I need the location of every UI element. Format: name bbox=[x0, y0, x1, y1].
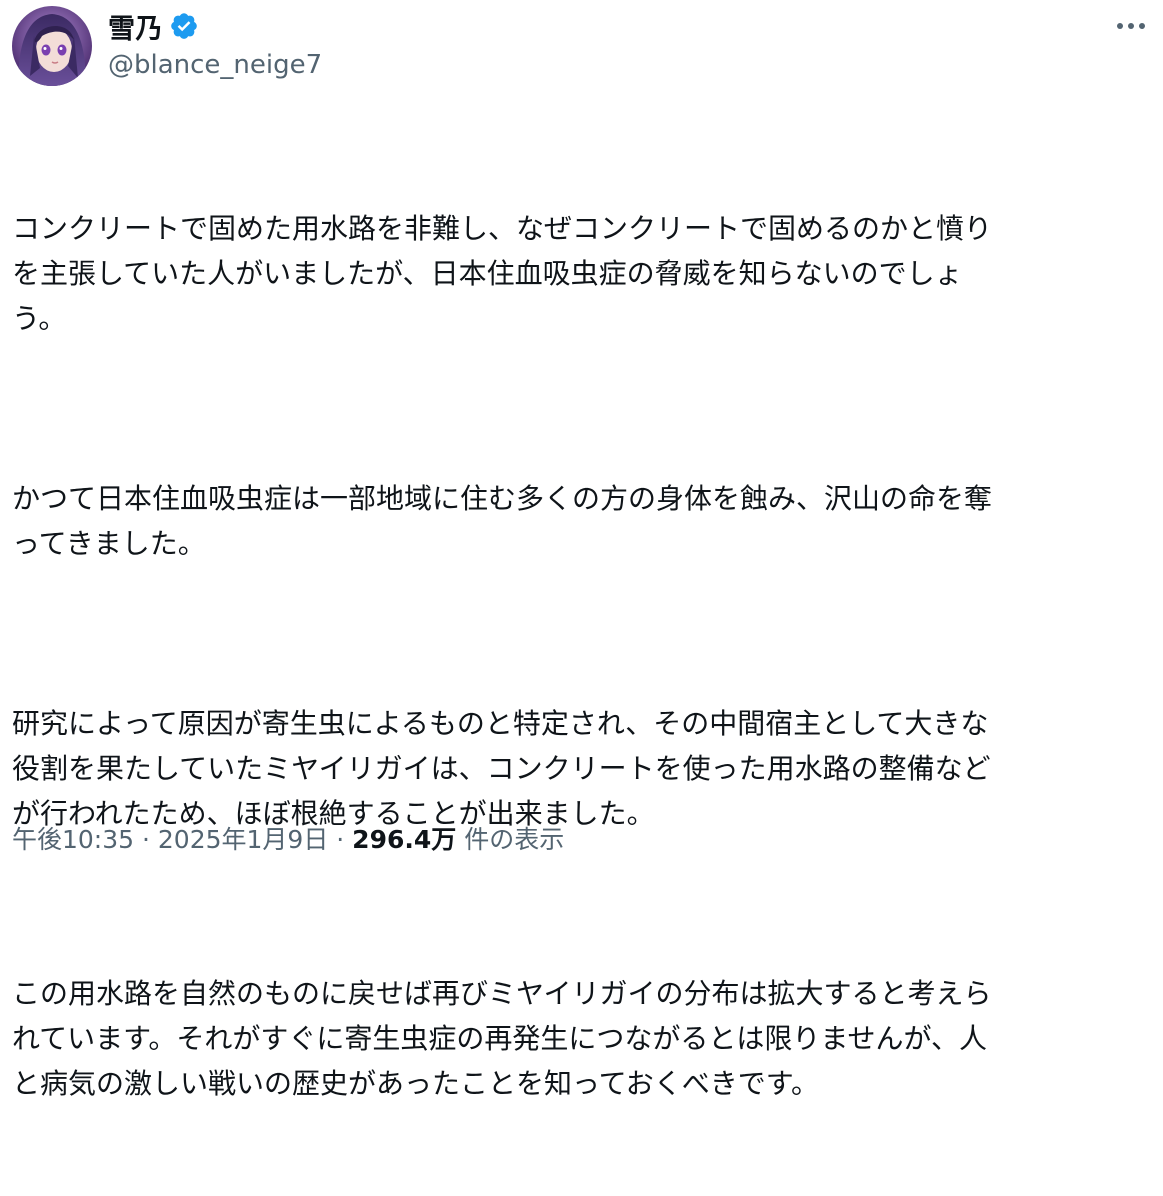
tweet-date: 2025年1月9日 bbox=[157, 825, 329, 854]
views-label: 件の表示 bbox=[464, 825, 565, 854]
verified-badge-icon[interactable] bbox=[169, 11, 199, 41]
tweet-text: コンクリートで固めた用水路を非難し、なぜコンクリートで固めるのかと憤り を主張し… bbox=[12, 116, 1152, 1196]
meta-separator: · bbox=[328, 825, 353, 854]
meta-separator: · bbox=[134, 825, 158, 854]
author-handle[interactable]: @blance_neige7 bbox=[108, 50, 322, 80]
author-display-name[interactable]: 雪乃 bbox=[108, 7, 163, 46]
avatar[interactable] bbox=[12, 6, 92, 86]
more-horizontal-icon bbox=[1117, 23, 1145, 29]
tweet-paragraph: この用水路を自然のものに戻せば再びミヤイリガイの分布は拡大すると考えら れていま… bbox=[12, 977, 992, 1100]
views-count: 296.4万 bbox=[352, 825, 457, 854]
tweet-paragraph: かつて日本住血吸虫症は一部地域に住む多くの方の身体を蝕み、沢山の命を奪 ってきま… bbox=[12, 482, 993, 560]
author-name-row[interactable]: 雪乃 bbox=[108, 6, 199, 46]
more-options-button[interactable] bbox=[1113, 12, 1149, 40]
tweet-paragraph: コンクリートで固めた用水路を非難し、なぜコンクリートで固めるのかと憤り を主張し… bbox=[12, 212, 993, 335]
tweet-meta: 午後10:35 · 2025年1月9日 · 296.4万 件の表示 bbox=[12, 820, 564, 856]
tweet-paragraph: 研究によって原因が寄生虫によるものと特定され、その中間宿主として大きな 役割を果… bbox=[12, 707, 991, 830]
anime-character-avatar-icon bbox=[12, 6, 92, 86]
tweet-time: 午後10:35 bbox=[12, 825, 135, 854]
timestamp-link[interactable]: 午後10:35 · 2025年1月9日 bbox=[12, 825, 328, 854]
tweet: 雪乃 @blance_neige7 コンクリートで固めた用水路を非難し、なぜコン… bbox=[0, 0, 1163, 1100]
